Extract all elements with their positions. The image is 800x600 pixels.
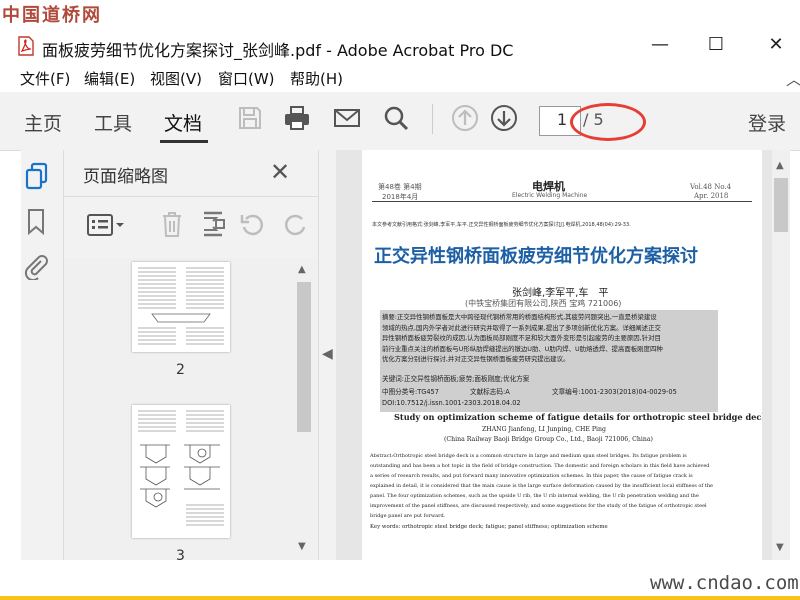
- menu-file[interactable]: 文件(F): [20, 68, 70, 89]
- rotate-counterclockwise-icon[interactable]: [240, 212, 266, 238]
- page-thumbnails-icon[interactable]: [24, 162, 50, 192]
- delete-page-icon[interactable]: [160, 210, 184, 238]
- article-number: 文章编号:1001-2303(2018)04-0029-05: [552, 388, 677, 396]
- menu-view[interactable]: 视图(V): [150, 68, 202, 89]
- thumbnail-page-2[interactable]: [132, 262, 230, 352]
- journal-name-en: Electric Welding Machine: [512, 192, 588, 199]
- collapse-menu-chevron-icon[interactable]: ︿: [786, 66, 800, 90]
- abstract-en-line: explained in detail, it is considered th…: [370, 483, 714, 489]
- paper-title: 正交异性钢桥面板疲劳细节优化方案探讨: [374, 246, 698, 267]
- header-rule: [372, 201, 752, 202]
- thumbnails-panel-title: 页面缩略图: [83, 167, 168, 187]
- abstract-cn: 摘要:正交异性钢桥面板是大中跨径现代钢桥常用的桥面结构形式,其疲劳问题突出,一直…: [382, 312, 663, 365]
- watermark-top: 中国道桥网: [2, 5, 102, 26]
- clc-number: 中图分类号:TG457: [382, 388, 439, 396]
- current-page-number: 1: [557, 110, 568, 129]
- document-code: 文献标志码:A: [470, 388, 510, 396]
- paper-affiliation-en: (China Railway Baoji Bridge Group Co., L…: [444, 436, 653, 443]
- search-icon[interactable]: [382, 104, 410, 132]
- highlight-ellipse-annotation: [570, 103, 646, 141]
- abstract-line: 摘要:正交异性钢桥面板是大中跨径现代钢桥常用的桥面结构形式,其疲劳问题突出,一直…: [382, 313, 657, 321]
- watermark-bottom: www.cndao.com: [650, 572, 799, 594]
- tab-tools[interactable]: 工具: [94, 109, 132, 136]
- citation-line: 本文参考文献引用格式:张剑峰,李军平,车平.正交异性钢桥面板疲劳细节优化方案探讨…: [372, 222, 631, 228]
- paper-title-en: Study on optimization scheme of fatigue …: [394, 412, 762, 422]
- close-window-button[interactable]: ✕: [756, 32, 796, 58]
- window-title: 面板疲劳细节优化方案探讨_张剑峰.pdf - Adobe Acrobat Pro…: [42, 41, 514, 60]
- doc-scroll-up-arrow-icon[interactable]: ▲: [776, 160, 784, 171]
- frame-border: [0, 596, 800, 600]
- print-icon[interactable]: [283, 104, 311, 132]
- bookmark-icon[interactable]: [26, 208, 46, 236]
- active-tab-indicator: [160, 140, 208, 143]
- abstract-line: 异性钢桥面板疲劳裂纹的成因,认为面板局部刚度不足和较大面外变形是引起疲劳的主要原…: [382, 334, 661, 342]
- menu-help[interactable]: 帮助(H): [290, 68, 343, 89]
- close-panel-button[interactable]: ✕: [270, 158, 290, 186]
- scroll-up-arrow-icon[interactable]: ▲: [298, 264, 306, 275]
- abstract-en-line: a series of research results, and put fo…: [370, 473, 693, 479]
- header-date-en: Apr. 2018: [694, 192, 729, 200]
- thumbnail-label-2: 2: [176, 362, 185, 378]
- rotate-clockwise-icon[interactable]: [282, 212, 308, 238]
- login-button[interactable]: 登录: [748, 109, 786, 136]
- abstract-en-line: improvement of the panel stiffness, are …: [370, 503, 707, 509]
- abstract-en-line: Abstract:Orthotropic steel bridge deck i…: [370, 453, 687, 459]
- header-volume: 第48卷 第4期: [378, 183, 422, 191]
- page-2-preview: [138, 267, 224, 345]
- acrobat-app-icon: [18, 36, 34, 56]
- document-scrollbar-thumb[interactable]: [774, 178, 788, 232]
- abstract-en-line: outstanding and has been a hot topic in …: [370, 463, 710, 469]
- abstract-en-line: bridge panel are put forward.: [370, 513, 446, 519]
- tab-home[interactable]: 主页: [24, 109, 62, 136]
- page-3-preview: [138, 410, 224, 526]
- abstract-en-line: panel. The four optimization schemes, su…: [370, 493, 699, 499]
- maximize-button[interactable]: ☐: [696, 32, 736, 58]
- scroll-down-arrow-icon[interactable]: ▼: [298, 541, 306, 552]
- collapse-panel-arrow-icon[interactable]: ◀: [322, 346, 333, 362]
- abstract-line: 领域的热点,国内外学者对此进行研究并取得了一系列成果,提出了多项创新优化方案。详…: [382, 323, 661, 332]
- abstract-en: Abstract:Orthotropic steel bridge deck i…: [370, 451, 713, 521]
- abstract-line: 优化方案分别进行探讨,并对正交异性钢桥面板疲劳研究提出建议。: [382, 355, 570, 363]
- header-vol-en: Vol.48 No.4: [690, 183, 732, 191]
- doc-scroll-down-arrow-icon[interactable]: ▼: [776, 542, 784, 553]
- abstract-line: 前行业重点关注的桥面板与U形纵肋焊缝提出的镦边U肋、U肋内焊、U肋熔透焊、提高面…: [382, 344, 663, 353]
- keywords-cn: 关键词:正交异性钢桥面板;疲劳;面板刚度;优化方案: [382, 375, 530, 383]
- thumbnail-label-3: 3: [176, 548, 185, 560]
- paper-affiliation: (中铁宝桥集团有限公司,陕西 宝鸡 721006): [465, 299, 622, 308]
- menu-edit[interactable]: 编辑(E): [84, 68, 135, 89]
- insert-page-icon[interactable]: [200, 210, 226, 238]
- pdf-page[interactable]: 第48卷 第4期 2018年4月 电焊机 Electric Welding Ma…: [362, 150, 762, 560]
- doi: DOI:10.7512/j.issn.1001-2303.2018.04.02: [382, 399, 521, 407]
- next-page-icon[interactable]: [490, 104, 518, 132]
- thumbnails-scrollbar-thumb[interactable]: [297, 282, 311, 432]
- thumbnail-page-3[interactable]: [132, 405, 230, 538]
- tab-document[interactable]: 文档: [164, 109, 202, 136]
- keywords-en: Key words: orthotropic steel bridge deck…: [370, 524, 608, 530]
- email-icon[interactable]: [333, 104, 361, 132]
- paper-authors-en: ZHANG Jianfeng, LI Junping, CHE Ping: [482, 426, 606, 433]
- menu-window[interactable]: 窗口(W): [218, 68, 275, 89]
- panel-divider: [64, 196, 318, 197]
- save-icon[interactable]: [236, 104, 264, 132]
- toolbar-divider: [432, 104, 433, 134]
- minimize-button[interactable]: —: [640, 32, 680, 58]
- attachment-icon[interactable]: [24, 252, 48, 280]
- prev-page-icon[interactable]: [451, 104, 479, 132]
- paper-authors: 张剑峰,李军平,车 平: [512, 288, 609, 299]
- thumbnail-options-icon[interactable]: [86, 212, 126, 238]
